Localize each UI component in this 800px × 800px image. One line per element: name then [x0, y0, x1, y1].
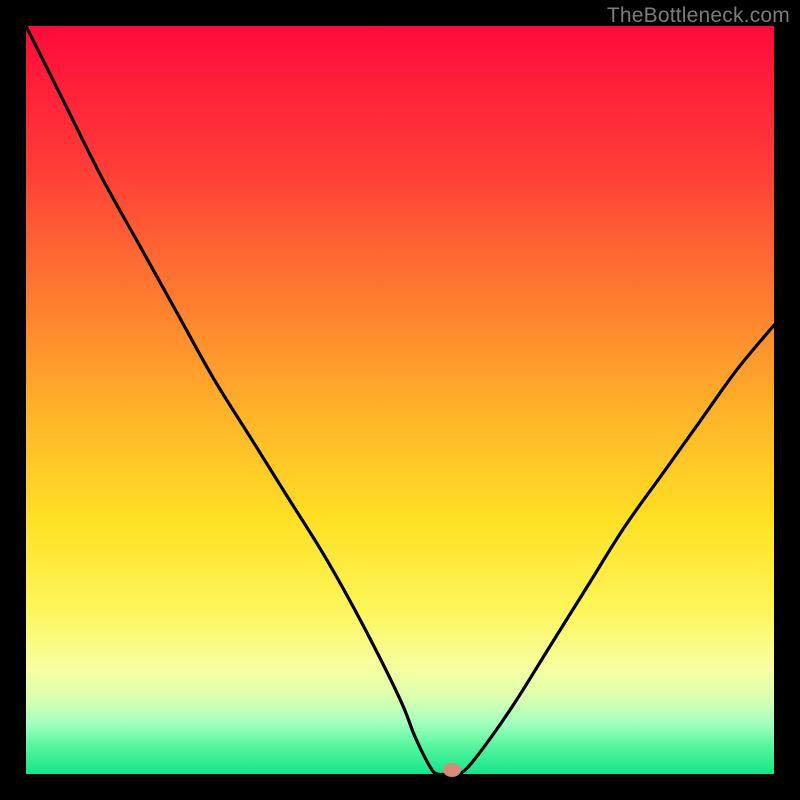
plot-area	[26, 26, 774, 774]
bottleneck-curve	[26, 26, 774, 774]
optimal-point-marker	[443, 763, 461, 777]
outer-frame: TheBottleneck.com	[0, 0, 800, 800]
watermark-text: TheBottleneck.com	[607, 4, 790, 28]
